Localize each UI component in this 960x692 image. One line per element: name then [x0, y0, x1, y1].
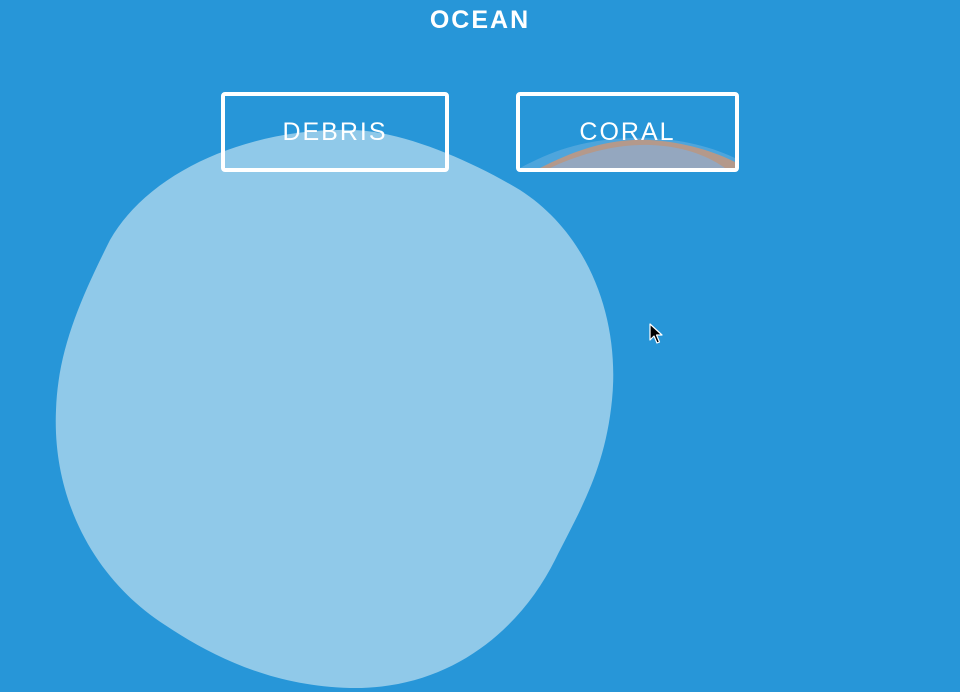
debris-button[interactable]: DEBRIS — [221, 92, 449, 172]
debris-button-label: DEBRIS — [282, 117, 388, 146]
coral-button[interactable]: CORAL — [516, 92, 739, 172]
coral-button-label: CORAL — [579, 117, 676, 146]
light-blue-blob — [55, 129, 614, 689]
ocean-stage: OCEAN DEBRIS CORAL — [0, 0, 960, 692]
mouse-pointer-icon — [649, 323, 663, 344]
page-title: OCEAN — [429, 6, 531, 34]
